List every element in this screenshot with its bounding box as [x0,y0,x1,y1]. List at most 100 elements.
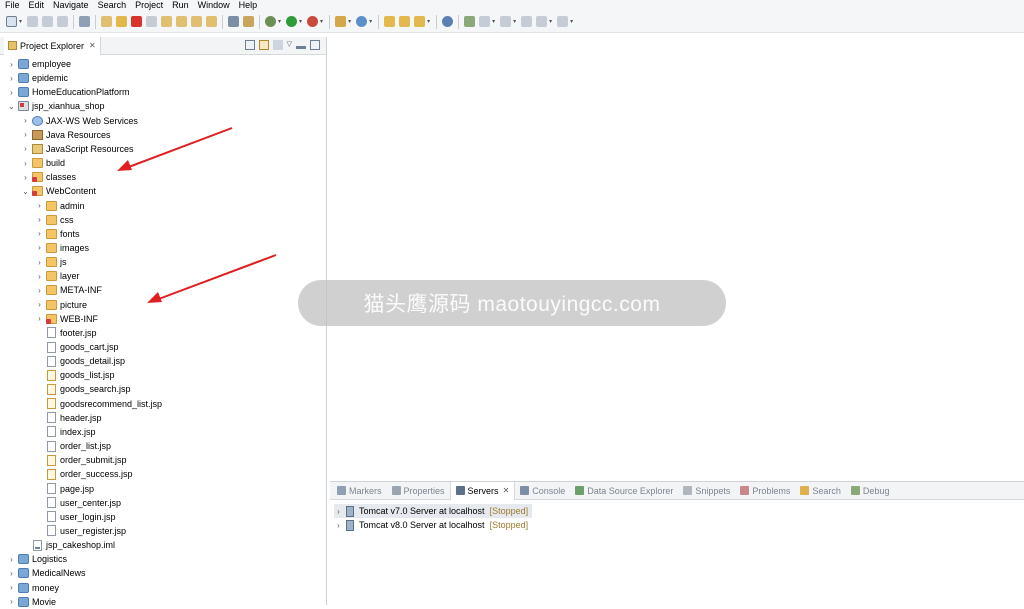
tree-item[interactable]: user_center.jsp [35,496,121,510]
chevron-right-icon[interactable]: › [35,272,44,281]
menu-file[interactable]: File [5,0,20,11]
tree-item[interactable]: › JavaScript Resources [21,142,134,156]
minimize-icon[interactable] [296,46,306,49]
view-menu-icon[interactable]: ▽ [287,40,292,50]
chevron-right-icon[interactable]: › [7,583,16,592]
tree-item[interactable]: goods_list.jsp [35,368,115,382]
external-tools-icon[interactable] [307,16,319,27]
tree-item[interactable]: › picture [35,298,87,312]
chevron-right-icon[interactable]: › [7,60,16,69]
tree-item[interactable]: ⌄ WebContent [21,184,96,198]
tree-item[interactable]: goods_detail.jsp [35,354,125,368]
close-icon[interactable]: ✕ [89,41,96,50]
menu-edit[interactable]: Edit [29,0,45,11]
save-icon[interactable] [27,16,39,27]
chevron-right-icon[interactable]: › [21,116,30,125]
step-return-icon[interactable] [191,16,203,27]
chevron-right-icon[interactable]: › [7,88,16,97]
chevron-right-icon[interactable]: › [35,215,44,224]
open-task-icon[interactable] [399,16,411,27]
build-all-icon[interactable] [243,16,255,27]
tab-markers[interactable]: Markers [332,482,387,500]
chevron-right-icon[interactable]: › [35,258,44,267]
tree-item[interactable]: user_login.jsp [35,510,116,524]
step-into-icon[interactable] [161,16,173,27]
tree-item[interactable]: › WEB-INF [35,312,98,326]
tree-item[interactable]: › fonts [35,227,80,241]
tree-item[interactable]: › JAX-WS Web Services [21,114,138,128]
tree-item[interactable]: header.jsp [35,411,102,425]
tree-item[interactable]: › META-INF [35,283,102,297]
tree-item[interactable]: › classes [21,170,76,184]
tree-item[interactable]: ⌄ jsp_xianhua_shop [7,99,105,113]
chevron-right-icon[interactable]: › [334,521,343,530]
tab-data-source-explorer[interactable]: Data Source Explorer [570,482,678,500]
step-over-icon[interactable] [176,16,188,27]
disconnect-icon[interactable] [146,16,158,27]
tab-debug[interactable]: Debug [846,482,895,500]
chevron-right-icon[interactable]: › [35,286,44,295]
skip-breakpoints-icon[interactable] [79,16,91,27]
chevron-right-icon[interactable]: › [21,173,30,182]
tree-item[interactable]: footer.jsp [35,326,97,340]
previous-annotation-icon[interactable] [500,16,512,27]
tree-item[interactable]: › build [21,156,65,170]
resume-icon[interactable] [101,16,113,27]
chevron-right-icon[interactable]: › [7,569,16,578]
maximize-icon[interactable] [310,40,320,50]
run-icon[interactable] [286,16,298,27]
new-java-class-icon[interactable] [356,16,368,27]
tab-properties[interactable]: Properties [387,482,450,500]
tree-item[interactable]: goods_search.jsp [35,382,131,396]
debug-icon[interactable] [265,16,277,27]
link-with-editor-icon[interactable] [258,40,269,50]
next-annotation-icon[interactable] [479,16,491,27]
last-edit-icon[interactable] [521,16,533,27]
tree-item[interactable]: › HomeEducationPlatform [7,85,130,99]
chevron-down-icon[interactable]: ⌄ [7,102,16,111]
new-server-icon[interactable] [335,16,347,27]
forward-icon[interactable] [557,16,569,27]
tab-problems[interactable]: Problems [735,482,795,500]
chevron-right-icon[interactable]: › [7,555,16,564]
chevron-right-icon[interactable]: › [21,159,30,168]
chevron-right-icon[interactable]: › [21,130,30,139]
menu-navigate[interactable]: Navigate [53,0,89,11]
collapse-all-icon[interactable] [244,40,255,50]
tree-item[interactable]: › js [35,255,67,269]
tree-item[interactable]: user_register.jsp [35,524,126,538]
menu-project[interactable]: Project [135,0,163,11]
print-icon[interactable] [57,16,69,27]
back-icon[interactable] [536,16,548,27]
tree-item[interactable]: goods_cart.jsp [35,340,119,354]
filter-icon[interactable] [272,40,283,50]
tree-item[interactable]: › Logistics [7,552,67,566]
chevron-right-icon[interactable]: › [35,201,44,210]
chevron-right-icon[interactable]: › [7,74,16,83]
tree-item[interactable]: › layer [35,269,80,283]
tree-item[interactable]: order_success.jsp [35,467,133,481]
server-row[interactable]: › Tomcat v7.0 Server at localhost [Stopped… [334,504,533,518]
chevron-right-icon[interactable]: › [21,144,30,153]
tree-item[interactable]: › Movie [7,595,56,609]
drop-to-frame-icon[interactable] [206,16,218,27]
tree-item[interactable]: page.jsp [35,482,94,496]
tree-item[interactable]: jsp_cakeshop.iml [21,538,115,552]
tab-servers[interactable]: Servers ✕ [449,481,516,500]
tab-console[interactable]: Console [515,482,570,500]
tree-item[interactable]: › images [35,241,89,255]
suspend-icon[interactable] [116,16,128,27]
close-icon[interactable]: ✕ [503,486,510,495]
chevron-right-icon[interactable]: › [35,229,44,238]
open-type-icon[interactable] [384,16,396,27]
tree-item[interactable]: › css [35,213,74,227]
tree-item[interactable]: › employee [7,57,71,71]
tree-item[interactable]: goodsrecommend_list.jsp [35,397,162,411]
terminate-icon[interactable] [131,16,143,27]
toggle-annotation-icon[interactable] [464,16,476,27]
search-icon[interactable] [414,16,426,27]
tab-project-explorer[interactable]: Project Explorer ✕ [4,36,101,55]
menu-window[interactable]: Window [198,0,230,11]
tab-snippets[interactable]: Snippets [678,482,735,500]
tree-item[interactable]: › epidemic [7,71,68,85]
